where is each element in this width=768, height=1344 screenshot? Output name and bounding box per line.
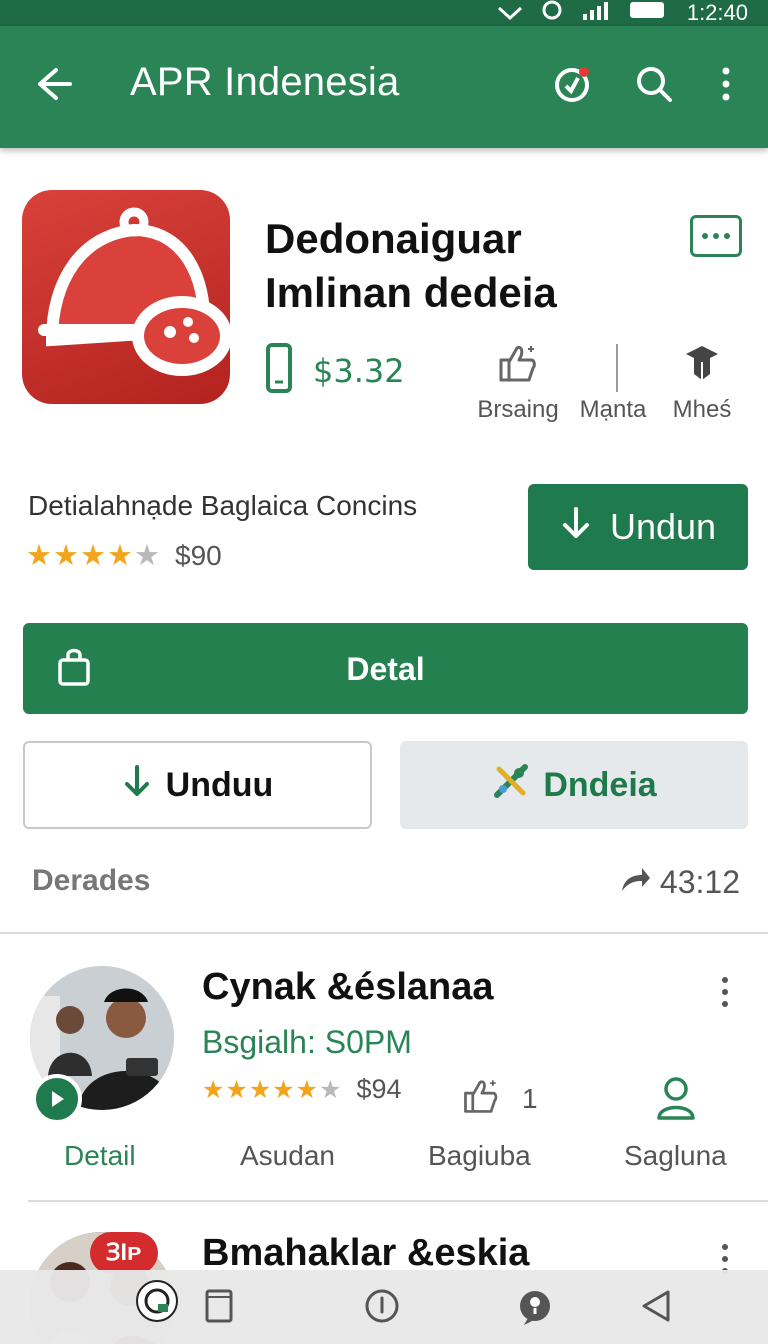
info-icon[interactable]	[364, 1288, 404, 1328]
signal-icon	[581, 0, 611, 26]
app-name: Dedonaiguar Imlinan dedeia	[265, 215, 557, 316]
thumbs-up-icon	[460, 1074, 502, 1123]
bell-chat-icon	[38, 207, 230, 376]
card-action-asudan[interactable]: Asudan	[240, 1140, 335, 1172]
stat-brsaing[interactable]: Brsaing	[468, 340, 568, 424]
grey-button-label: Dndeia	[543, 765, 657, 804]
chat-icon[interactable]	[516, 1288, 556, 1328]
app-icon	[22, 190, 230, 404]
dndeia-button[interactable]: Dndeia	[400, 741, 748, 829]
card-action-sagluna[interactable]: Sagluna	[624, 1140, 727, 1172]
divider	[0, 932, 768, 934]
like-button[interactable]: 1	[460, 1074, 538, 1123]
card-title[interactable]: Cynak &éslanaa	[202, 966, 494, 1009]
card-subtitle: Bsgialh: S0PM	[202, 1024, 412, 1060]
card-action-detail[interactable]: Detail	[64, 1140, 136, 1172]
recents-icon[interactable]	[204, 1288, 244, 1328]
rating-stars: ★★★★★★	[202, 1075, 343, 1104]
download-arrow-icon	[122, 764, 152, 807]
rating-stars: ★★★★★	[26, 540, 161, 572]
section-time: 43:12	[618, 864, 740, 901]
stat-label: Brsaing	[477, 396, 559, 423]
back-nav-icon[interactable]	[638, 1288, 678, 1328]
play-icon[interactable]	[32, 1074, 82, 1124]
detail-button[interactable]: Detal	[23, 623, 748, 714]
phone-icon	[265, 342, 293, 399]
page-title: APR Indenesia	[130, 60, 400, 104]
status-bar: 1:2:40	[0, 0, 768, 26]
app-price: $3.32	[313, 351, 405, 390]
stat-label: Mheś	[672, 396, 732, 423]
stat-mhes[interactable]: Mheś	[652, 340, 752, 424]
app-rating: ★★★★★ $90	[26, 538, 222, 573]
battery-icon	[629, 0, 669, 26]
price-row: $3.32	[265, 342, 405, 399]
sync-icon	[541, 0, 563, 27]
assistant-icon[interactable]	[134, 1278, 180, 1324]
system-nav-bar	[0, 1270, 768, 1344]
status-badge: ꞫIᴘ	[90, 1232, 158, 1274]
app-description: Detialahnạde Baglaica Concins	[28, 490, 418, 521]
stat-manta[interactable]: Mạnta	[563, 340, 663, 424]
thumbs-up-icon	[468, 340, 568, 384]
share-icon[interactable]	[618, 864, 652, 901]
tools-icon	[491, 761, 531, 810]
wifi-icon	[497, 0, 523, 26]
stat-label: Mạnta	[579, 396, 647, 423]
download-arrow-icon	[560, 506, 592, 549]
rating-price: $90	[175, 539, 222, 571]
install-button[interactable]: Undun	[528, 484, 748, 570]
card-title[interactable]: Bmahaklar &eskia	[202, 1232, 529, 1275]
detail-label: Detal	[346, 651, 425, 687]
search-icon[interactable]	[634, 64, 674, 104]
card-action-bagiuba[interactable]: Bagiuba	[428, 1140, 531, 1172]
more-vert-icon[interactable]	[706, 64, 746, 104]
user-icon[interactable]	[655, 1076, 697, 1125]
more-options-button[interactable]	[690, 215, 742, 257]
outline-button-label: Unduu	[165, 765, 274, 804]
rating-price: $94	[356, 1074, 402, 1104]
section-time-value: 43:12	[659, 864, 740, 900]
card-more-icon[interactable]	[716, 975, 734, 1009]
divider	[28, 1200, 768, 1202]
graduation-cap-icon	[652, 340, 752, 384]
notification-badge-icon[interactable]	[552, 64, 592, 104]
like-count: 1	[522, 1082, 538, 1114]
status-time: 1:2:40	[686, 0, 748, 25]
back-arrow-icon[interactable]	[34, 64, 74, 104]
download-outline-button[interactable]: Unduu	[23, 741, 372, 829]
card-rating: ★★★★★★ $94	[202, 1074, 402, 1105]
install-label: Undun	[609, 506, 717, 547]
app-bar: APR Indenesia	[0, 26, 768, 148]
section-label: Derades	[32, 864, 151, 897]
